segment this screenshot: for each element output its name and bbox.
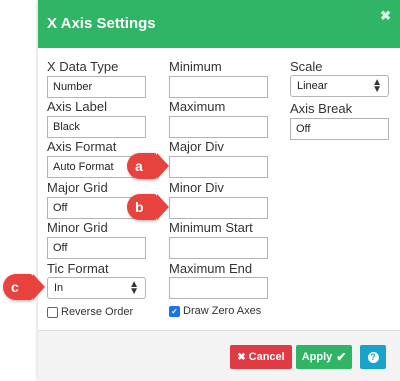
axis-break-label: Axis Break xyxy=(290,101,353,116)
reverse-order-label: Reverse Order xyxy=(61,306,134,318)
minimum-start-label: Minimum Start xyxy=(169,220,253,235)
tic-format-label: Tic Format xyxy=(47,261,109,276)
help-button[interactable]: ? xyxy=(360,345,386,369)
callout-c: c xyxy=(3,274,45,300)
minor-div-field[interactable] xyxy=(169,197,268,219)
maximum-label: Maximum xyxy=(169,99,226,114)
close-icon: ✖ xyxy=(237,351,246,363)
scale-label: Scale xyxy=(290,59,323,74)
tic-format-value: In xyxy=(54,282,64,294)
axis-format-label: Axis Format xyxy=(47,139,117,154)
callout-b: b xyxy=(127,194,169,220)
axis-label-label: Axis Label xyxy=(47,99,107,114)
close-icon[interactable]: ✖ xyxy=(380,8,391,24)
draw-zero-axes-label: Draw Zero Axes xyxy=(183,305,262,317)
minimum-label: Minimum xyxy=(169,59,222,74)
x-data-type-label: X Data Type xyxy=(47,59,119,74)
scale-select[interactable]: Linear ▲ ▼ xyxy=(290,75,389,97)
cancel-button-label: Cancel xyxy=(248,351,285,363)
maximum-field[interactable] xyxy=(169,116,268,138)
callout-a: a xyxy=(127,153,169,179)
apply-button-label: Apply xyxy=(301,351,333,363)
checkmark-icon: ✓ xyxy=(169,305,180,317)
major-div-field[interactable] xyxy=(169,156,268,178)
major-div-label: Major Div xyxy=(169,139,224,154)
apply-button[interactable]: Apply ✔ xyxy=(296,345,352,369)
sort-arrows-icon: ▲ ▼ xyxy=(129,279,139,297)
major-grid-label: Major Grid xyxy=(47,180,108,195)
axis-label-field[interactable]: Black xyxy=(47,116,146,138)
help-icon: ? xyxy=(367,351,379,363)
sort-arrows-icon: ▲ ▼ xyxy=(372,77,382,95)
x-axis-settings-dialog: X Axis Settings ✖ X Data Type Number Axi… xyxy=(38,0,400,381)
draw-zero-axes-checkbox[interactable]: ✓ Draw Zero Axes xyxy=(169,305,261,317)
checkbox-icon xyxy=(47,306,58,318)
minor-grid-field[interactable]: Off xyxy=(47,237,146,259)
minimum-field[interactable] xyxy=(169,76,268,98)
scale-value: Linear xyxy=(297,80,328,92)
dialog-header: X Axis Settings ✖ xyxy=(38,0,400,48)
checkmark-icon: ✔ xyxy=(336,350,347,364)
callout-b-label: b xyxy=(135,199,144,215)
minimum-start-field[interactable] xyxy=(169,237,268,259)
axis-break-field[interactable]: Off xyxy=(290,118,389,140)
reverse-order-checkbox[interactable]: Reverse Order xyxy=(47,306,133,318)
callout-a-label: a xyxy=(135,158,143,174)
minor-grid-label: Minor Grid xyxy=(47,220,108,235)
dialog-footer: ✖ Cancel Apply ✔ ? xyxy=(38,330,400,381)
tic-format-select[interactable]: In ▲ ▼ xyxy=(47,277,146,299)
cancel-button[interactable]: ✖ Cancel xyxy=(230,345,292,369)
maximum-end-label: Maximum End xyxy=(169,261,253,276)
callout-c-label: c xyxy=(11,279,19,295)
minor-div-label: Minor Div xyxy=(169,180,224,195)
maximum-end-field[interactable] xyxy=(169,277,268,299)
x-data-type-field[interactable]: Number xyxy=(47,76,146,98)
dialog-title: X Axis Settings xyxy=(47,15,156,32)
